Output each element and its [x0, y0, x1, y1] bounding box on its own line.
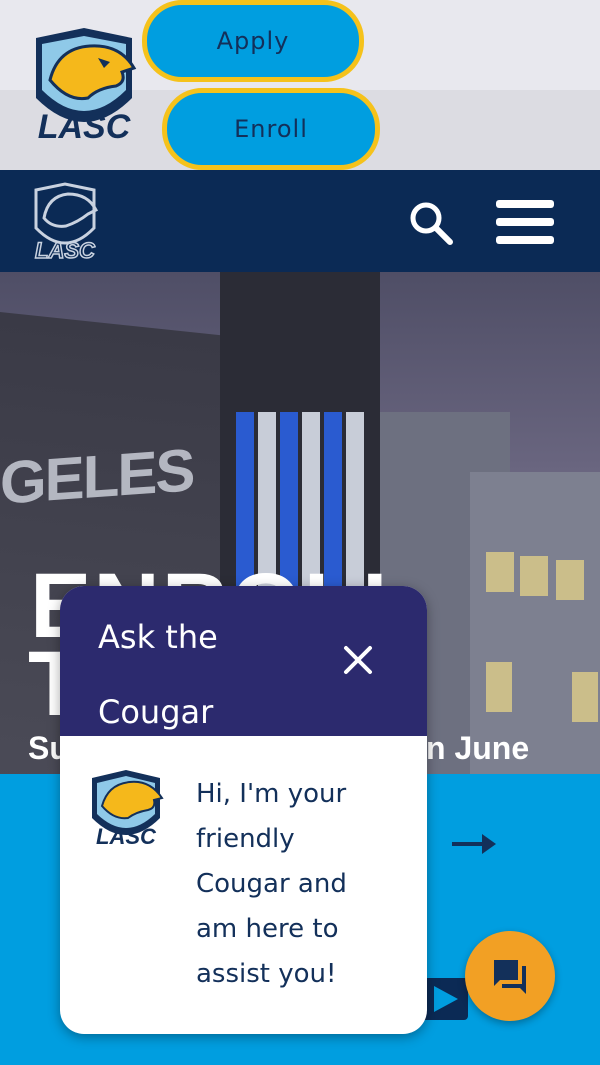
arrow-right-icon[interactable] — [452, 832, 496, 856]
hero-subtitle-end: n June — [426, 730, 530, 766]
cougar-avatar: LASC — [92, 770, 164, 848]
chat-bubble-icon — [494, 960, 526, 994]
building-window — [556, 560, 584, 600]
building-window — [520, 556, 548, 596]
chat-header: Ask the Cougar — [60, 586, 427, 736]
apply-button[interactable]: Apply — [142, 0, 364, 82]
close-icon[interactable] — [340, 642, 376, 678]
svg-text:LASC: LASC — [35, 238, 96, 262]
chat-message: Hi, I'm your friendly Cougar and am here… — [196, 779, 347, 989]
top-bar: LASC Apply Enroll — [0, 0, 600, 170]
hamburger-menu-icon[interactable] — [496, 200, 554, 244]
cougar-logo-outline[interactable]: LASC — [30, 182, 100, 262]
search-icon[interactable] — [406, 198, 454, 246]
building-window — [572, 672, 598, 722]
chat-panel: Ask the Cougar LASC Hi, I'm your friendl… — [60, 586, 427, 1034]
play-icon[interactable] — [420, 978, 468, 1020]
building-shape — [470, 472, 600, 774]
building-window — [486, 552, 514, 592]
svg-text:LASC: LASC — [38, 108, 131, 146]
nav-bar: LASC — [0, 170, 600, 272]
building-window — [486, 662, 512, 712]
building-sign: GELES — [0, 436, 194, 517]
cougar-logo[interactable]: LASC — [28, 28, 140, 146]
chat-title: Ask the Cougar — [98, 618, 218, 731]
svg-text:LASC: LASC — [96, 824, 157, 848]
enroll-button[interactable]: Enroll — [162, 88, 380, 170]
chat-launcher-button[interactable] — [465, 931, 555, 1021]
